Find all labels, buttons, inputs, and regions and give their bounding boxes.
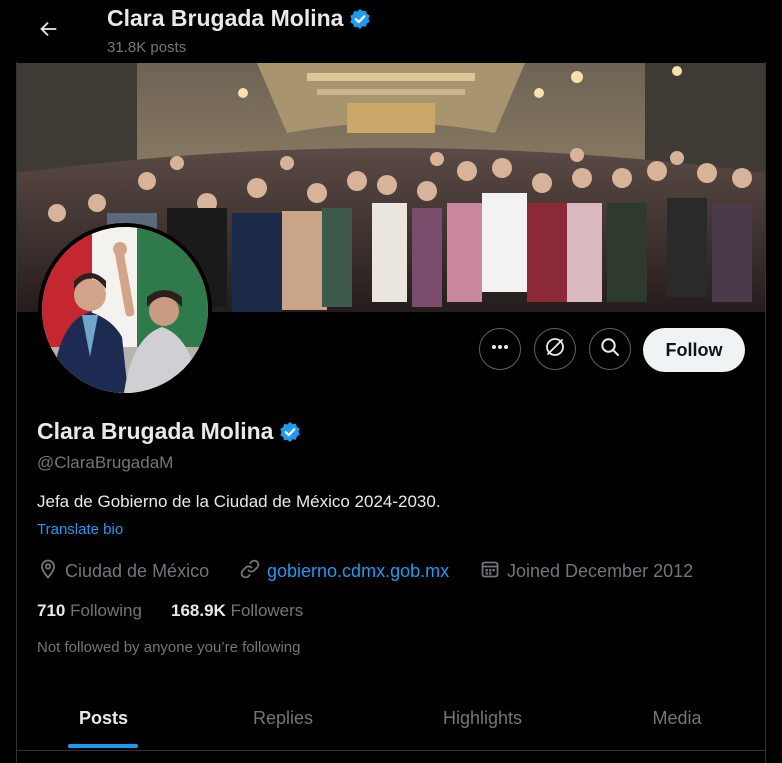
header-title: Clara Brugada Molina (107, 5, 371, 32)
location-text: Ciudad de México (65, 560, 210, 581)
translate-bio-link[interactable]: Translate bio (37, 521, 123, 538)
tab-posts[interactable]: Posts (17, 686, 190, 750)
website-item: gobierno.cdmx.gob.mx (239, 559, 449, 583)
following-link[interactable]: 710 Following (37, 601, 142, 621)
joined-text: Joined December 2012 (507, 560, 694, 581)
not-followed-note: Not followed by anyone you’re following (37, 639, 301, 656)
calendar-icon (479, 558, 501, 585)
follow-button[interactable]: Follow (643, 328, 745, 372)
verified-badge-icon[interactable] (349, 8, 371, 30)
link-icon (239, 558, 261, 585)
arrow-left-icon (37, 18, 59, 45)
following-label: Following (70, 601, 142, 620)
top-bar: Clara Brugada Molina 31.8K posts (0, 0, 782, 62)
tab-label: Replies (252, 707, 314, 728)
search-icon (600, 337, 620, 362)
tab-replies[interactable]: Replies (190, 686, 376, 750)
more-icon (490, 337, 510, 362)
active-tab-indicator (68, 744, 138, 748)
website-link[interactable]: gobierno.cdmx.gob.mx (267, 561, 449, 582)
followers-label: Followers (230, 601, 304, 620)
grok-button[interactable] (534, 328, 576, 370)
posts-count: 31.8K posts (107, 39, 187, 56)
tab-media[interactable]: Media (589, 686, 765, 750)
avatar-photo (42, 227, 208, 393)
search-button[interactable] (589, 328, 631, 370)
tab-highlights[interactable]: Highlights (376, 686, 589, 750)
tab-label: Posts (78, 707, 129, 728)
tab-label: Media (652, 707, 702, 728)
profile-tabs: Posts Replies Highlights Media (17, 686, 765, 751)
joined-item: Joined December 2012 (479, 559, 693, 583)
profile-name: Clara Brugada Molina (37, 418, 274, 444)
profile-avatar[interactable] (38, 223, 212, 397)
verified-badge-icon[interactable] (279, 421, 301, 443)
followers-count: 168.9K (171, 601, 226, 620)
profile-name-row: Clara Brugada Molina (37, 418, 301, 445)
location-item: Ciudad de México (37, 559, 209, 583)
following-count: 710 (37, 601, 66, 620)
grok-icon (544, 336, 566, 363)
followers-link[interactable]: 168.9K Followers (171, 601, 303, 621)
more-button[interactable] (479, 328, 521, 370)
back-button[interactable] (28, 11, 68, 51)
profile-bio: Jefa de Gobierno de la Ciudad de México … (37, 492, 441, 511)
header-name: Clara Brugada Molina (107, 5, 344, 31)
profile-handle: @ClaraBrugadaM (37, 453, 174, 472)
tab-label: Highlights (442, 707, 523, 728)
location-pin-icon (37, 558, 59, 585)
